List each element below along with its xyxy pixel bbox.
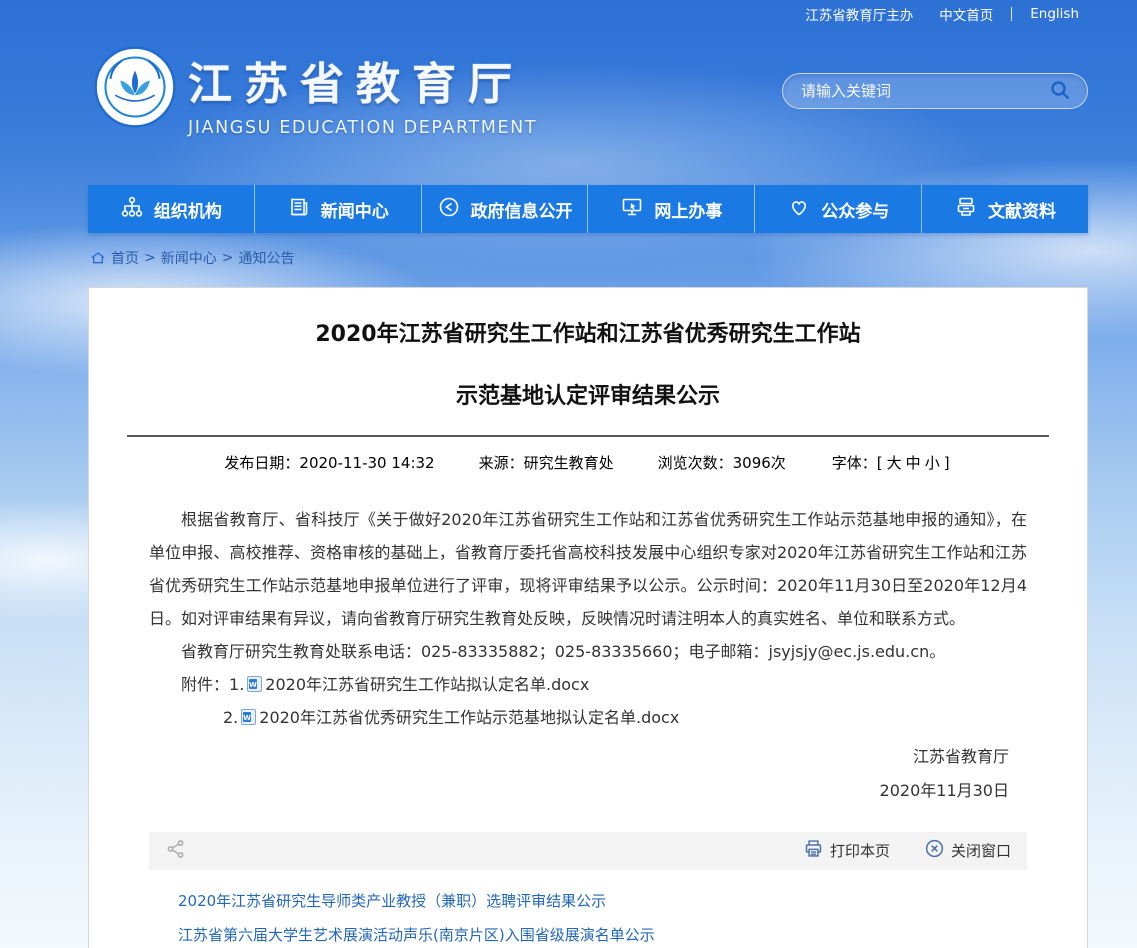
attachments-label: 附件： (181, 668, 229, 701)
publish-date: 发布日期：2020-11-30 14:32 (224, 452, 434, 473)
close-label: 关闭窗口 (951, 840, 1011, 861)
font-size-small[interactable]: 小 (925, 454, 940, 472)
share-icon (165, 838, 187, 864)
signature-block: 江苏省教育厅 2020年11月30日 (89, 734, 1087, 808)
nav-label: 新闻中心 (321, 197, 389, 222)
article-paragraph: 根据省教育厅、省科技厅《关于做好2020年江苏省研究生工作站和江苏省优秀研究生工… (149, 503, 1027, 635)
site-banner: 江苏省教育厅 JIANGSU EDUCATION DEPARTMENT (88, 40, 1088, 150)
nav-label: 政府信息公开 (471, 197, 573, 222)
article-body: 根据省教育厅、省科技厅《关于做好2020年江苏省研究生工作站和江苏省优秀研究生工… (89, 503, 1087, 734)
print-label: 打印本页 (830, 840, 890, 861)
svg-text:W: W (243, 714, 251, 722)
nav-label: 组织机构 (154, 197, 222, 222)
font-size-medium[interactable]: 中 (906, 454, 921, 472)
archive-icon (954, 195, 978, 224)
font-size-control: 字体：[大中小] (830, 452, 952, 473)
view-count: 浏览次数：3096次 (658, 452, 786, 473)
news-icon (287, 195, 311, 224)
attachment-number: 1. (229, 668, 244, 701)
font-size-suffix: ] (944, 454, 950, 472)
home-icon (90, 250, 106, 266)
attachment-row: 2. W 2020年江苏省优秀研究生工作站示范基地拟认定名单.docx (149, 701, 1027, 734)
attachment-row: 附件： 1. W 2020年江苏省研究生工作站拟认定名单.docx (149, 668, 1027, 701)
signature-org: 江苏省教育厅 (89, 740, 1009, 774)
related-link[interactable]: 江苏省第六届大学生艺术展演活动声乐(南京片区)入围省级展演名单公示 (178, 918, 1027, 948)
nav-label: 网上办事 (654, 197, 722, 222)
topbar-divider (1011, 7, 1012, 21)
contact-info: 省教育厅研究生教育处联系电话：025-83335882；025-83335660… (149, 635, 1027, 668)
article-meta: 发布日期：2020-11-30 14:32 来源：研究生教育处 浏览次数：309… (89, 452, 1087, 473)
share-button[interactable] (165, 838, 187, 864)
related-link[interactable]: 2020年江苏省研究生导师类产业教授（兼职）选聘评审结果公示 (178, 884, 1027, 918)
article-toolbar: 打印本页 关闭窗口 (149, 832, 1027, 870)
site-title-cn: 江苏省教育厅 (188, 48, 537, 112)
svg-text:W: W (249, 681, 257, 689)
host-link[interactable]: 江苏省教育厅主办 (805, 4, 913, 24)
site-title-block: 江苏省教育厅 JIANGSU EDUCATION DEPARTMENT (188, 48, 537, 138)
breadcrumb: 首页 > 新闻中心 > 通知公告 (90, 248, 294, 268)
close-circle-icon (924, 838, 945, 863)
main-nav: 组织机构 新闻中心 政府信息公开 网上办事 (88, 185, 1088, 233)
english-link[interactable]: English (1030, 6, 1079, 22)
breadcrumb-separator: > (144, 250, 156, 266)
font-size-large[interactable]: 大 (887, 454, 902, 472)
printer-icon (803, 838, 824, 863)
search-box (782, 73, 1088, 109)
breadcrumb-separator: > (222, 250, 234, 266)
nav-item-public-participation[interactable]: 公众参与 (755, 185, 922, 233)
article-title-line1: 2020年江苏省研究生工作站和江苏省优秀研究生工作站 (89, 322, 1087, 348)
print-page-button[interactable]: 打印本页 (803, 838, 890, 863)
source: 来源：研究生教育处 (479, 452, 614, 473)
attachment-number: 2. (223, 701, 238, 734)
attachment-link[interactable]: 2020年江苏省优秀研究生工作站示范基地拟认定名单.docx (259, 701, 679, 734)
nav-item-documents[interactable]: 文献资料 (922, 185, 1088, 233)
nav-label: 公众参与 (821, 197, 889, 222)
heart-icon (787, 195, 811, 224)
nav-item-online-service[interactable]: 网上办事 (588, 185, 755, 233)
title-divider (127, 435, 1049, 437)
department-logo-icon (94, 46, 176, 128)
nav-item-organization[interactable]: 组织机构 (88, 185, 255, 233)
search-icon (1048, 78, 1072, 105)
related-links: 2020年江苏省研究生导师类产业教授（兼职）选聘评审结果公示 江苏省第六届大学生… (149, 884, 1027, 948)
breadcrumb-home[interactable]: 首页 (111, 248, 139, 268)
breadcrumb-news-center[interactable]: 新闻中心 (161, 248, 217, 268)
breadcrumb-notices[interactable]: 通知公告 (238, 248, 294, 268)
close-window-button[interactable]: 关闭窗口 (924, 838, 1011, 863)
nav-item-gov-info[interactable]: 政府信息公开 (422, 185, 589, 233)
article-title-line2: 示范基地认定评审结果公示 (89, 384, 1087, 410)
attachment-link[interactable]: 2020年江苏省研究生工作站拟认定名单.docx (265, 668, 589, 701)
word-doc-icon: W (241, 709, 256, 725)
nav-label: 文献资料 (988, 197, 1056, 222)
nav-item-news[interactable]: 新闻中心 (255, 185, 422, 233)
site-title-en: JIANGSU EDUCATION DEPARTMENT (188, 118, 537, 138)
font-size-label: 字体：[ (832, 454, 883, 472)
search-button[interactable] (1045, 76, 1075, 106)
search-input[interactable] (801, 82, 1045, 100)
signature-date: 2020年11月30日 (89, 774, 1009, 808)
chinese-home-link[interactable]: 中文首页 (939, 4, 993, 24)
org-chart-icon (120, 195, 144, 224)
online-service-icon (620, 195, 644, 224)
top-utility-bar: 江苏省教育厅主办 中文首页 English (0, 0, 1137, 28)
article-card: 2020年江苏省研究生工作站和江苏省优秀研究生工作站 示范基地认定评审结果公示 … (88, 287, 1088, 948)
word-doc-icon: W (247, 676, 262, 692)
disclosure-icon (437, 195, 461, 224)
